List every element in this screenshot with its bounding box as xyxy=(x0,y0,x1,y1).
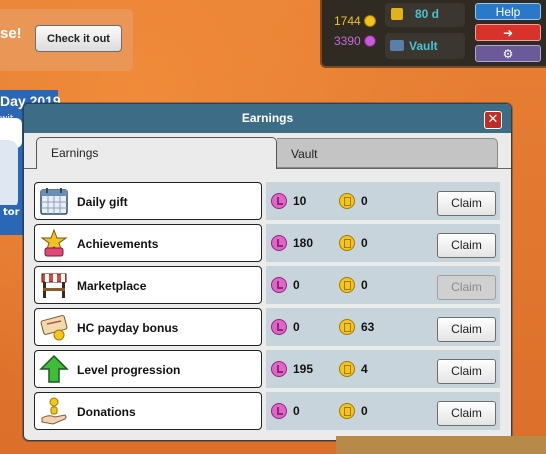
earnings-row-diamonds: 0 xyxy=(293,320,300,334)
claim-cell: Claim xyxy=(432,224,500,262)
earnings-row-diamonds: 0 xyxy=(293,278,300,292)
earnings-row-label-box: Daily gift xyxy=(34,182,262,220)
claim-button: Claim xyxy=(437,275,496,300)
earnings-row: Donations 0 0 Claim xyxy=(34,392,500,432)
earnings-dialog: Earnings ✕ Vault Earnings Daily gift 10 … xyxy=(23,103,512,441)
market-stall-icon xyxy=(39,270,69,300)
claim-button[interactable]: Claim xyxy=(437,359,496,384)
diamond-icon xyxy=(271,277,287,293)
diamond-icon xyxy=(271,361,287,377)
earnings-row-values: 0 0 xyxy=(266,266,432,304)
claim-button[interactable]: Claim xyxy=(437,233,496,258)
diamond-icon xyxy=(271,193,287,209)
earnings-row-label-box: Level progression xyxy=(34,350,262,388)
earnings-row: Marketplace 0 0 Claim xyxy=(34,266,500,306)
earnings-row-label: Achievements xyxy=(77,237,159,251)
earnings-row-diamonds: 195 xyxy=(293,362,314,376)
earnings-row-values: 195 4 xyxy=(266,350,432,388)
event-banner-illustration xyxy=(0,140,18,210)
earnings-row-credits: 0 xyxy=(361,194,368,208)
vault-label: Vault xyxy=(409,39,438,53)
vault-pill[interactable]: Vault xyxy=(385,33,465,59)
hc-days-value: 80 d xyxy=(415,7,440,21)
diamond-icon xyxy=(364,35,377,47)
earnings-row-diamonds: 180 xyxy=(293,236,314,250)
earnings-row-credits: 0 xyxy=(361,236,368,250)
earnings-row-credits: 63 xyxy=(361,320,375,334)
earnings-row-credits: 0 xyxy=(361,404,368,418)
tab-earnings[interactable]: Earnings xyxy=(36,137,277,169)
earnings-row-label-box: HC payday bonus xyxy=(34,308,262,346)
diamond-icon xyxy=(271,403,287,419)
earnings-row: Daily gift 10 0 Claim xyxy=(34,182,500,222)
earnings-row-values: 10 0 xyxy=(266,182,432,220)
earnings-row-label: Donations xyxy=(77,405,136,419)
settings-button[interactable]: ⚙ xyxy=(475,45,541,62)
calendar-icon xyxy=(39,186,69,216)
claim-cell: Claim xyxy=(432,308,500,346)
earnings-row-diamonds: 0 xyxy=(293,404,300,418)
check-it-out-button[interactable]: Check it out xyxy=(35,25,122,52)
earnings-row-label-box: Donations xyxy=(34,392,262,430)
earnings-row-label: Marketplace xyxy=(77,279,147,293)
event-banner-line1: wit xyxy=(0,114,14,124)
promo-text: se! xyxy=(0,25,22,42)
earnings-row-credits: 0 xyxy=(361,278,368,292)
claim-cell: Claim xyxy=(432,182,500,220)
earnings-row: Achievements 180 0 Claim xyxy=(34,224,500,264)
payday-icon xyxy=(39,312,69,342)
diamond-icon xyxy=(271,235,287,251)
coin-icon xyxy=(339,319,355,335)
trophy-icon xyxy=(39,228,69,258)
level-up-arrow-icon xyxy=(39,354,69,384)
earnings-row-label-box: Achievements xyxy=(34,224,262,262)
coin-icon xyxy=(339,193,355,209)
earnings-row-credits: 4 xyxy=(361,362,368,376)
earnings-row-label: HC payday bonus xyxy=(77,321,179,335)
claim-button[interactable]: Claim xyxy=(437,401,496,426)
claim-cell: Claim xyxy=(432,350,500,388)
gear-icon: ⚙ xyxy=(502,47,514,61)
earnings-row-values: 0 0 xyxy=(266,392,432,430)
coin-icon xyxy=(339,235,355,251)
coin-icon xyxy=(339,277,355,293)
earnings-row-label: Daily gift xyxy=(77,195,128,209)
earnings-row-label: Level progression xyxy=(77,363,181,377)
tab-vault[interactable]: Vault xyxy=(277,138,498,168)
earnings-row: HC payday bonus 0 63 Claim xyxy=(34,308,500,348)
earnings-row-values: 180 0 xyxy=(266,224,432,262)
claim-button[interactable]: Claim xyxy=(437,191,496,216)
claim-cell: Claim xyxy=(432,392,500,430)
earnings-row: Level progression 195 4 Claim xyxy=(34,350,500,390)
hc-icon xyxy=(391,8,403,20)
close-icon: ✕ xyxy=(487,112,499,127)
room-floor-peek xyxy=(336,436,546,454)
coin-icon xyxy=(339,403,355,419)
hc-days-pill[interactable]: 80 d xyxy=(385,3,465,27)
credits-counter: 1744 xyxy=(334,14,377,28)
vault-icon xyxy=(390,40,404,51)
donation-hand-icon xyxy=(39,396,69,426)
diamonds-value: 3390 xyxy=(334,34,361,48)
tab-divider-gap xyxy=(37,167,276,169)
earnings-row-values: 0 63 xyxy=(266,308,432,346)
dialog-title: Earnings xyxy=(241,111,294,125)
earnings-row-label-box: Marketplace xyxy=(34,266,262,304)
close-button[interactable]: ✕ xyxy=(484,111,502,129)
exit-icon: ➜ xyxy=(502,26,514,40)
coin-icon xyxy=(339,361,355,377)
help-button[interactable]: Help xyxy=(475,3,541,20)
claim-button[interactable]: Claim xyxy=(437,317,496,342)
credits-value: 1744 xyxy=(334,14,361,28)
diamonds-counter: 3390 xyxy=(334,34,377,48)
coin-icon xyxy=(364,15,377,27)
diamond-icon xyxy=(271,319,287,335)
exit-button[interactable]: ➜ xyxy=(475,24,541,41)
event-banner-line2: nly xyxy=(0,126,14,136)
event-banner-footer: tor xyxy=(0,205,23,220)
claim-cell: Claim xyxy=(432,266,500,304)
earnings-row-diamonds: 10 xyxy=(293,194,307,208)
